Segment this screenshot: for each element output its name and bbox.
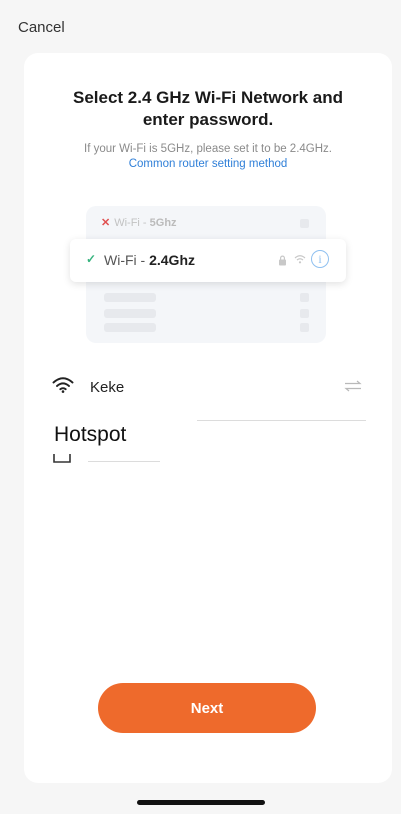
wifi-24ghz-row: ✓ Wi-Fi - 2.4Ghz i <box>70 239 346 282</box>
title-line-2: enter password. <box>142 110 274 129</box>
ghost-icon <box>300 323 309 332</box>
ghost-icon <box>300 309 309 318</box>
wifi-icon <box>52 377 74 393</box>
router-setting-link[interactable]: Common router setting method <box>24 157 392 172</box>
ghost-row <box>104 309 156 318</box>
ssid-value[interactable]: Keke <box>90 379 124 396</box>
title-line-1: Select 2.4 GHz Wi-Fi Network and <box>72 88 344 107</box>
ssid-underline <box>197 420 366 421</box>
check-icon: ✓ <box>86 252 97 266</box>
cancel-button[interactable]: Cancel <box>18 19 65 36</box>
wifi-24ghz-prefix: Wi-Fi - <box>104 252 150 268</box>
password-lock-icon <box>53 454 71 463</box>
ghost-row <box>104 293 156 302</box>
ghost-icon <box>300 219 309 228</box>
page-title: Select 2.4 GHz Wi-Fi Network and enter p… <box>24 87 392 131</box>
ghost-row <box>104 323 156 332</box>
wifi-5ghz-band: 5Ghz <box>149 217 177 229</box>
wifi-24ghz-band: 2.4Ghz <box>149 252 195 268</box>
hotspot-annotation: Hotspot <box>54 423 127 446</box>
password-input[interactable] <box>88 451 160 462</box>
wifi-signal-icon <box>294 255 306 264</box>
cross-icon: ✕ <box>101 217 111 229</box>
info-icon: i <box>311 250 329 268</box>
switch-network-icon[interactable] <box>344 380 362 392</box>
setup-card: Select 2.4 GHz Wi-Fi Network and enter p… <box>24 53 392 783</box>
wifi-24ghz-label: Wi-Fi - 2.4Ghz <box>104 252 195 268</box>
band-hint: If your Wi-Fi is 5GHz, please set it to … <box>84 143 332 155</box>
next-button[interactable]: Next <box>98 683 316 733</box>
lock-icon <box>279 255 286 266</box>
ghost-icon <box>300 293 309 302</box>
home-indicator <box>137 800 265 805</box>
wifi-5ghz-row: ✕ Wi-Fi - 5Ghz <box>101 216 177 229</box>
wifi-5ghz-prefix: Wi-Fi - <box>114 217 150 229</box>
